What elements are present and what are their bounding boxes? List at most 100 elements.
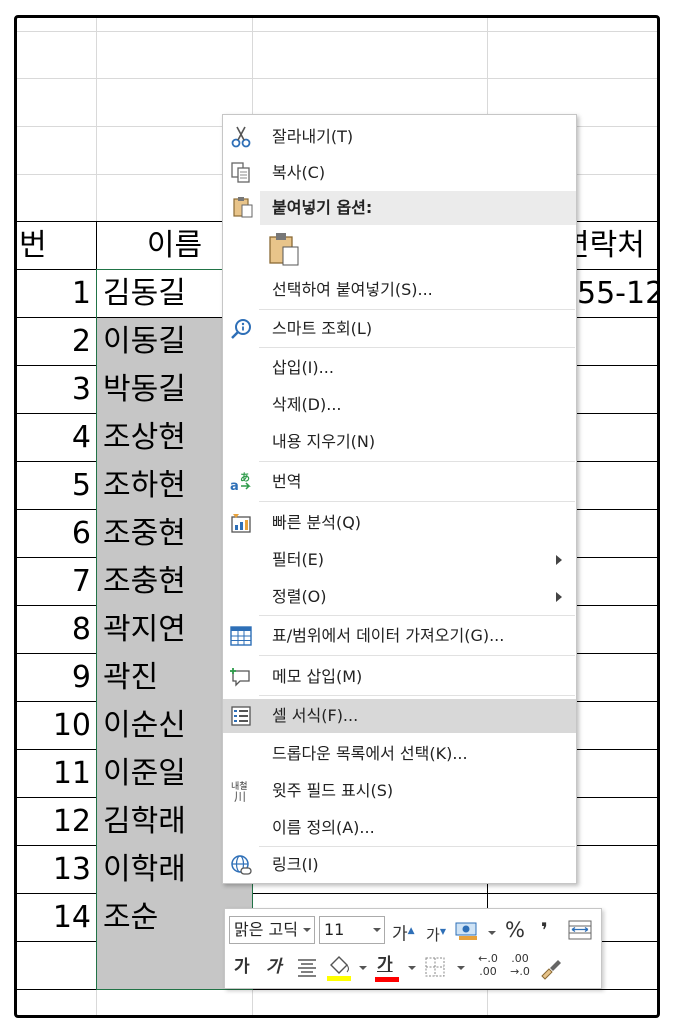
row-number-cell[interactable]: 13 xyxy=(17,846,91,893)
font-size-box[interactable]: 11 xyxy=(319,916,385,944)
paste-icon xyxy=(231,195,255,219)
name-cell[interactable]: 조순 xyxy=(103,894,158,941)
italic-button[interactable]: 가 xyxy=(266,953,282,981)
contact-cell[interactable]: 55-12 xyxy=(577,270,657,317)
paintbrush-icon xyxy=(541,960,561,980)
grid-line xyxy=(17,31,657,32)
menu-item-cut[interactable]: 잘라내기(T) xyxy=(223,120,576,154)
paint-bucket-icon xyxy=(327,956,351,981)
column-width-icon xyxy=(568,920,592,940)
name-cell[interactable]: 이학래 xyxy=(103,846,186,893)
chevron-down-icon[interactable] xyxy=(373,928,381,932)
chevron-down-icon[interactable] xyxy=(359,966,367,970)
submenu-arrow-icon xyxy=(556,592,562,602)
menu-item-link[interactable]: 링크(I) xyxy=(223,848,576,882)
menu-item-translate[interactable]: aあ 번역 xyxy=(223,465,576,499)
row-number-cell[interactable]: 6 xyxy=(17,510,91,557)
name-cell[interactable]: 곽진 xyxy=(103,654,158,701)
menu-item-phonetic[interactable]: 내철 川 윗주 필드 표시(S) xyxy=(223,774,576,808)
menu-item-insert-comment[interactable]: 메모 삽입(M) xyxy=(223,660,576,694)
comma-style-button[interactable]: ❜ xyxy=(541,916,548,944)
accounting-format-button[interactable] xyxy=(455,920,481,942)
bold-button[interactable]: 가 xyxy=(234,953,250,981)
chevron-down-icon[interactable] xyxy=(488,931,496,935)
scissors-icon xyxy=(229,125,253,149)
row-number-cell[interactable]: 3 xyxy=(17,366,91,413)
phonetic-icon: 내철 川 xyxy=(229,779,253,804)
percent-style-button[interactable]: % xyxy=(505,916,525,944)
font-name-box[interactable]: 맑은 고딕 xyxy=(229,916,315,944)
link-globe-icon xyxy=(229,853,253,877)
menu-item-get-data[interactable]: 표/범위에서 데이터 가져오기(G)... xyxy=(223,619,576,653)
font-color-button[interactable]: 가 xyxy=(373,951,401,983)
chevron-down-icon[interactable] xyxy=(457,966,465,970)
row-number-cell[interactable]: 10 xyxy=(17,702,91,749)
menu-separator xyxy=(259,347,575,348)
menu-item-define-name[interactable]: 이름 정의(A)... xyxy=(223,811,576,845)
borders-button[interactable] xyxy=(423,955,447,979)
menu-item-clear-contents[interactable]: 내용 지우기(N) xyxy=(223,425,576,459)
submenu-arrow-icon xyxy=(556,555,562,565)
format-painter-button[interactable] xyxy=(539,954,565,980)
row-number-cell[interactable]: 12 xyxy=(17,798,91,845)
translate-icon: aあ xyxy=(229,470,253,494)
menu-separator xyxy=(259,695,575,696)
mini-toolbar: 맑은 고딕 11 가▲ 가▼ % ❜ 가 가 가 ←.0 .00 .00 →.0 xyxy=(224,908,602,989)
chevron-down-icon[interactable] xyxy=(408,966,416,970)
name-cell[interactable]: 이순신 xyxy=(103,702,186,749)
svg-text:あ: あ xyxy=(240,471,250,484)
context-menu: 잘라내기(T) 복사(C) 붙여넣기 옵션: 선택하여 붙여넣기(S)... 스… xyxy=(222,114,577,884)
chevron-down-icon[interactable] xyxy=(303,928,311,932)
menu-item-format-cells[interactable]: 셀 서식(F)... xyxy=(223,699,576,733)
menu-separator xyxy=(259,501,575,502)
menu-item-filter[interactable]: 필터(E) xyxy=(223,543,576,577)
grid-line xyxy=(17,78,657,79)
font-color-glyph: 가 xyxy=(377,955,393,975)
name-cell[interactable]: 조하현 xyxy=(103,462,186,509)
menu-item-insert[interactable]: 삽입(I)... xyxy=(223,351,576,385)
paste-option-button[interactable] xyxy=(267,231,301,267)
menu-item-paste-special[interactable]: 선택하여 붙여넣기(S)... xyxy=(223,273,576,307)
shrink-font-button[interactable]: 가▼ xyxy=(426,918,446,949)
row-number-cell[interactable]: 2 xyxy=(17,318,91,365)
clipboard-icon xyxy=(269,233,299,266)
name-cell[interactable]: 이준일 xyxy=(103,750,186,797)
header-number[interactable]: 번 xyxy=(19,222,47,269)
name-cell[interactable]: 조상현 xyxy=(103,414,186,461)
row-number-cell[interactable]: 4 xyxy=(17,414,91,461)
menu-item-pick-list[interactable]: 드롭다운 목록에서 선택(K)... xyxy=(223,737,576,771)
smart-lookup-icon xyxy=(229,317,253,341)
row-number-cell[interactable]: 5 xyxy=(17,462,91,509)
row-number-cell[interactable]: 9 xyxy=(17,654,91,701)
row-number-cell[interactable]: 8 xyxy=(17,606,91,653)
name-cell[interactable]: 조중현 xyxy=(103,510,186,557)
align-center-button[interactable] xyxy=(295,955,319,979)
row-number-cell[interactable]: 7 xyxy=(17,558,91,605)
menu-item-quick-analysis[interactable]: 빠른 분석(Q) xyxy=(223,506,576,540)
menu-item-copy[interactable]: 복사(C) xyxy=(223,156,576,190)
quick-analysis-icon xyxy=(229,511,253,535)
name-cell[interactable]: 김동길 xyxy=(103,270,186,317)
font-color-bar xyxy=(375,977,399,982)
format-cells-icon xyxy=(229,704,253,728)
increase-decimal-button[interactable]: ←.0 .00 xyxy=(475,952,501,984)
grow-font-button[interactable]: 가▲ xyxy=(392,917,415,949)
svg-text:川: 川 xyxy=(234,790,246,803)
name-cell[interactable]: 박동길 xyxy=(103,366,186,413)
menu-item-sort[interactable]: 정렬(O) xyxy=(223,580,576,614)
menu-separator xyxy=(259,846,575,847)
decrease-decimal-button[interactable]: .00 →.0 xyxy=(507,952,533,984)
menu-item-delete[interactable]: 삭제(D)... xyxy=(223,388,576,422)
row-number-cell[interactable]: 14 xyxy=(17,894,91,941)
name-cell[interactable]: 곽지연 xyxy=(103,606,186,653)
wrap-cells-button[interactable] xyxy=(567,918,593,942)
name-cell[interactable]: 김학래 xyxy=(103,798,186,845)
borders-icon xyxy=(425,957,445,977)
menu-separator xyxy=(259,655,575,656)
fill-color-button[interactable] xyxy=(325,953,353,983)
menu-item-smart-lookup[interactable]: 스마트 조회(L) xyxy=(223,312,576,346)
row-number-cell[interactable]: 11 xyxy=(17,750,91,797)
name-cell[interactable]: 이동길 xyxy=(103,318,186,365)
name-cell[interactable]: 조충현 xyxy=(103,558,186,605)
row-number-cell[interactable]: 1 xyxy=(17,270,91,317)
